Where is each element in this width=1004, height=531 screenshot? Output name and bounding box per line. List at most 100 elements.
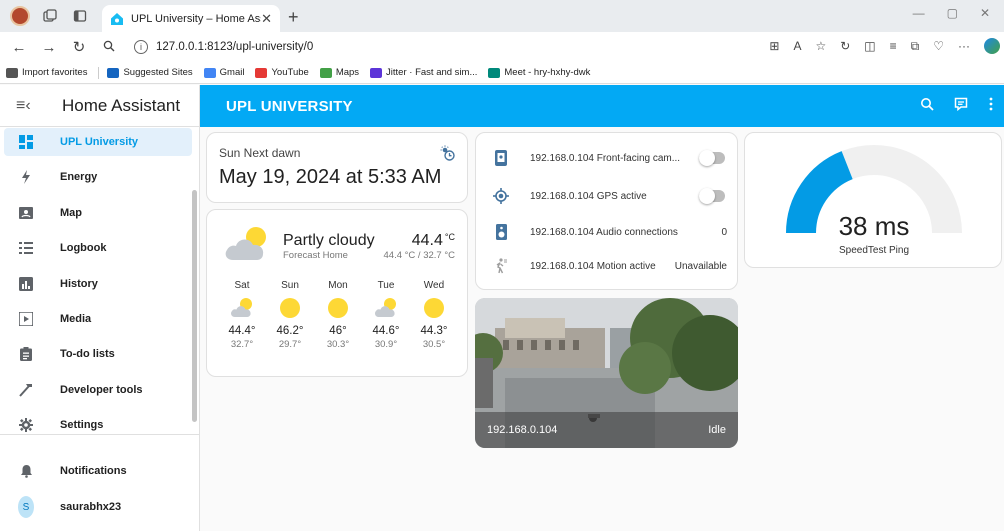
sun-value: May 19, 2024 at 5:33 AM <box>219 166 442 188</box>
sun-label: Sun Next dawn <box>219 146 301 160</box>
favorite-favicon-icon <box>107 67 120 78</box>
tab-actions-icon[interactable] <box>70 6 90 26</box>
sun-clock-icon <box>440 145 455 161</box>
address-bar[interactable]: i 127.0.0.1:8123/upl-university/0 <box>134 36 694 58</box>
forecast-high: 44.4° <box>228 325 256 337</box>
entity-name: 192.168.0.104 GPS active <box>530 190 647 202</box>
camera-picture-card[interactable]: 192.168.0.104 Idle <box>475 298 738 448</box>
sidebar-item-media[interactable]: Media <box>0 305 192 333</box>
entity-toggle[interactable] <box>699 150 725 166</box>
play-icon <box>18 311 34 327</box>
favorite-link[interactable]: Import favorites <box>6 67 87 78</box>
sidebar-item-developer-tools[interactable]: Developer tools <box>0 376 192 404</box>
restore-icon[interactable]: ▢ <box>947 6 958 20</box>
site-info-icon[interactable]: i <box>134 40 148 54</box>
forward-icon[interactable]: → <box>38 39 60 56</box>
app-available-icon[interactable]: ⊞ <box>769 39 779 53</box>
entity-state: 0 <box>721 226 727 238</box>
favorite-label: Jitter · Fast and sim... <box>386 67 478 78</box>
more-vertical-icon[interactable] <box>988 97 994 111</box>
entity-row[interactable]: 192.168.0.104 GPS active <box>476 181 739 211</box>
sidebar-item-profile[interactable]: S saurabhx23 <box>0 493 192 521</box>
forecast-high: 46° <box>329 325 347 337</box>
dashboard-header: UPL UNIVERSITY <box>200 85 1004 127</box>
speedtest-gauge-card[interactable]: 38 ms SpeedTest Ping <box>744 132 1002 268</box>
gauge-name: SpeedTest Ping <box>838 245 910 256</box>
profile-avatar[interactable] <box>10 6 30 26</box>
favorite-link[interactable]: YouTube <box>255 67 309 78</box>
forecast-day: Sat 44.4° 32.7° <box>218 280 266 350</box>
sidebar-item-to-do-lists[interactable]: To-do lists <box>0 340 192 368</box>
entity-toggle[interactable] <box>699 188 725 204</box>
partly-cloudy-icon <box>362 295 410 321</box>
extensions-icon[interactable]: ♡ <box>933 39 944 53</box>
camera-footer: 192.168.0.104 Idle <box>475 412 738 448</box>
sidebar-item-label: Developer tools <box>60 383 143 396</box>
tab-close-icon[interactable]: ✕ <box>261 11 272 27</box>
search-icon[interactable] <box>98 39 120 56</box>
sunny-icon <box>314 295 362 321</box>
favorite-label: YouTube <box>271 67 309 78</box>
sidebar-item-upl-university[interactable]: UPL University <box>4 128 192 156</box>
split-screen-icon[interactable]: ◫ <box>864 39 875 53</box>
weather-forecast-card[interactable]: Partly cloudy Forecast Home 44.4 °C 44.4 … <box>206 209 468 377</box>
sidebar-item-history[interactable]: History <box>0 270 192 298</box>
window-close-icon[interactable]: ✕ <box>980 6 990 20</box>
favorite-favicon-icon <box>488 67 501 78</box>
sidebar-item-label: History <box>60 277 98 290</box>
new-tab-icon[interactable]: + <box>288 8 299 26</box>
sidebar-item-map[interactable]: Map <box>0 199 192 227</box>
sidebar-scrollbar[interactable] <box>192 190 197 422</box>
sidebar-header: ≡‹ Home Assistant <box>0 85 199 127</box>
search-icon[interactable] <box>920 97 934 111</box>
favorite-star-icon[interactable]: ☆ <box>815 39 826 53</box>
entity-row[interactable]: 192.168.0.104 Front-facing cam... <box>476 143 739 173</box>
workspaces-icon[interactable] <box>40 6 60 26</box>
browser-tab[interactable]: UPL University – Home Assistant ✕ <box>102 5 280 32</box>
sun-entity-card[interactable]: Sun Next dawn May 19, 2024 at 5:33 AM <box>206 132 468 203</box>
forecast-high: 44.3° <box>420 325 448 337</box>
sidebar-item-logbook[interactable]: Logbook <box>0 234 192 262</box>
partly-cloudy-icon <box>218 295 266 321</box>
temperature-value: 44.4 <box>411 232 443 249</box>
weather-high-low: 44.4 °C / 32.7 °C <box>383 250 456 261</box>
more-icon[interactable]: ··· <box>958 39 970 53</box>
window-controls: — ▢ ✕ <box>913 6 1004 20</box>
favorite-label: Maps <box>335 67 360 78</box>
favorite-link[interactable]: Maps <box>319 67 360 78</box>
collections-icon[interactable]: ⧉ <box>911 39 920 54</box>
back-icon[interactable]: ← <box>8 39 30 56</box>
favorites-icon[interactable]: ≡ <box>890 39 897 53</box>
favorite-link[interactable]: Meet - hry-hxhy-dwk <box>488 67 590 78</box>
favorite-link[interactable]: Suggested Sites <box>107 67 193 78</box>
sidebar-item-energy[interactable]: Energy <box>0 163 192 191</box>
assist-chat-icon[interactable] <box>954 97 968 111</box>
refresh-icon[interactable]: ↻ <box>68 38 90 56</box>
entity-row[interactable]: 192.168.0.104 Motion active Unavailable <box>476 251 739 281</box>
sidebar-item-notifications[interactable]: Notifications <box>0 457 192 485</box>
walk-icon <box>492 258 510 274</box>
sidebar-item-label: Notifications <box>60 465 127 477</box>
forecast-day: Sun 46.2° 29.7° <box>266 280 314 350</box>
forecast-day: Mon 46° 30.3° <box>314 280 362 350</box>
avatar-wrap: S <box>18 496 34 518</box>
favorites-bar: Import favorites Suggested Sites Gmail YouT… <box>0 62 1004 84</box>
favorite-label: Gmail <box>219 67 245 78</box>
minimize-icon[interactable]: — <box>913 6 925 20</box>
home-assistant-favicon-icon <box>111 12 123 25</box>
favorites-separator <box>98 66 100 79</box>
collapse-menu-icon[interactable]: ≡‹ <box>16 97 46 115</box>
favorite-link[interactable]: Gmail <box>203 67 245 78</box>
read-aloud-icon[interactable]: A <box>793 39 801 53</box>
bell-icon <box>18 463 34 479</box>
favorite-link[interactable]: Jitter · Fast and sim... <box>370 67 477 78</box>
refresh-page-icon[interactable]: ↻ <box>840 39 850 53</box>
header-actions <box>920 97 994 111</box>
camera-state: Idle <box>708 424 726 436</box>
sidebar-item-label: Settings <box>60 419 104 432</box>
copilot-icon[interactable] <box>984 38 1000 54</box>
crosshairs-gps-icon <box>492 188 510 204</box>
temperature-unit: °C <box>444 232 455 242</box>
entity-row[interactable]: 192.168.0.104 Audio connections 0 <box>476 217 739 247</box>
browser-tab-strip: UPL University – Home Assistant ✕ + — ▢ … <box>0 0 1004 32</box>
